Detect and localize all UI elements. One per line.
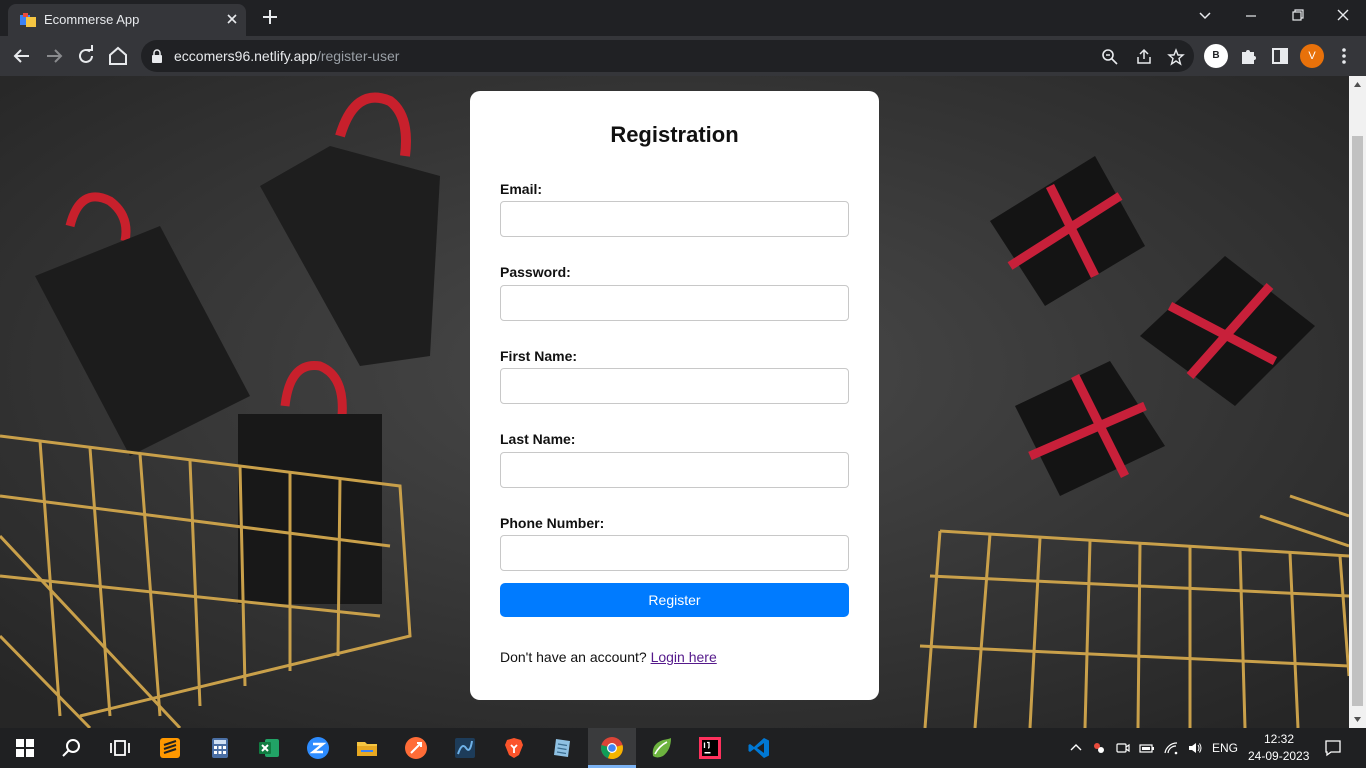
postman-icon[interactable] xyxy=(404,736,428,760)
email-field[interactable] xyxy=(500,201,849,237)
meet-now-icon[interactable] xyxy=(1091,740,1107,756)
address-bar[interactable]: eccomers96.netlify.app/register-user xyxy=(141,40,1194,72)
file-explorer-icon[interactable] xyxy=(355,736,379,760)
notepad-icon[interactable] xyxy=(550,736,574,760)
tab-title: Ecommerse App xyxy=(44,12,140,27)
task-view-icon[interactable] xyxy=(108,736,132,760)
first-name-field[interactable] xyxy=(500,368,849,404)
brave-icon[interactable] xyxy=(502,736,526,760)
close-window-icon[interactable] xyxy=(1331,6,1355,26)
profile-v-avatar[interactable]: V xyxy=(1300,44,1324,68)
last-name-label: Last Name: xyxy=(500,431,576,447)
show-hidden-icons-icon[interactable] xyxy=(1068,740,1084,756)
password-label: Password: xyxy=(500,264,571,280)
side-panel-icon[interactable] xyxy=(1268,44,1292,68)
login-link[interactable]: Login here xyxy=(651,649,717,665)
registration-form: Registration Email: Password: First Name… xyxy=(470,91,879,700)
bookmark-star-icon[interactable] xyxy=(1167,48,1185,66)
reload-icon[interactable] xyxy=(74,44,98,68)
login-prompt: Don't have an account? Login here xyxy=(500,649,717,665)
tab-search-icon[interactable] xyxy=(1193,6,1217,26)
profile-b-avatar[interactable]: B xyxy=(1204,44,1228,68)
volume-icon[interactable] xyxy=(1187,740,1203,756)
start-icon[interactable] xyxy=(13,736,37,760)
menu-dots-icon[interactable] xyxy=(1332,44,1356,68)
vscode-icon[interactable] xyxy=(747,736,771,760)
password-field[interactable] xyxy=(500,285,849,321)
email-label: Email: xyxy=(500,181,543,197)
scroll-down-icon[interactable] xyxy=(1353,715,1362,724)
browser-tab[interactable]: Ecommerse App xyxy=(8,4,246,36)
browser-tabstrip: Ecommerse App xyxy=(0,0,1366,36)
new-tab-icon[interactable] xyxy=(260,7,280,27)
mysql-workbench-icon[interactable] xyxy=(453,736,477,760)
wifi-icon[interactable] xyxy=(1163,740,1179,756)
register-button[interactable]: Register xyxy=(500,583,849,617)
first-name-label: First Name: xyxy=(500,348,578,364)
clock-time[interactable]: 12:32 xyxy=(1264,732,1294,746)
share-icon[interactable] xyxy=(1135,48,1153,66)
browser-toolbar: eccomers96.netlify.app/register-user B V xyxy=(0,36,1366,76)
input-language[interactable]: ENG xyxy=(1212,741,1238,755)
url-path: /register-user xyxy=(316,48,400,64)
minimize-icon[interactable] xyxy=(1239,6,1263,26)
phone-number-label: Phone Number: xyxy=(500,515,605,531)
lock-icon[interactable] xyxy=(151,49,163,63)
close-tab-icon[interactable] xyxy=(224,11,240,27)
zoom-meetings-icon[interactable] xyxy=(306,736,330,760)
login-prompt-text: Don't have an account? xyxy=(500,649,647,665)
calculator-icon[interactable] xyxy=(208,736,232,760)
battery-icon[interactable] xyxy=(1139,740,1155,756)
search-icon[interactable] xyxy=(60,736,84,760)
page-viewport: Registration Email: Password: First Name… xyxy=(0,76,1366,728)
home-icon[interactable] xyxy=(106,44,130,68)
url-domain: eccomers96.netlify.app xyxy=(174,48,317,64)
sublime-text-icon[interactable] xyxy=(158,736,182,760)
chrome-icon[interactable] xyxy=(600,736,624,760)
restore-icon[interactable] xyxy=(1285,6,1309,26)
phone-number-field[interactable] xyxy=(500,535,849,571)
forward-icon[interactable] xyxy=(42,44,66,68)
back-icon[interactable] xyxy=(10,44,34,68)
extensions-icon[interactable] xyxy=(1236,44,1260,68)
form-title: Registration xyxy=(610,122,739,147)
favicon-icon xyxy=(20,13,36,27)
camera-icon[interactable] xyxy=(1115,740,1131,756)
scroll-up-icon[interactable] xyxy=(1353,80,1362,89)
windows-taskbar: ENG 12:32 24-09-2023 xyxy=(0,728,1366,768)
zoom-icon[interactable] xyxy=(1101,48,1119,66)
spring-tools-icon[interactable] xyxy=(649,736,673,760)
last-name-field[interactable] xyxy=(500,452,849,488)
notifications-icon[interactable] xyxy=(1324,739,1342,757)
page-scrollbar[interactable] xyxy=(1349,76,1366,728)
clock-date[interactable]: 24-09-2023 xyxy=(1248,749,1309,763)
url-text[interactable]: eccomers96.netlify.app/register-user xyxy=(174,48,399,64)
excel-icon[interactable] xyxy=(257,736,281,760)
scrollbar-thumb[interactable] xyxy=(1352,136,1363,706)
intellij-icon[interactable] xyxy=(698,736,722,760)
